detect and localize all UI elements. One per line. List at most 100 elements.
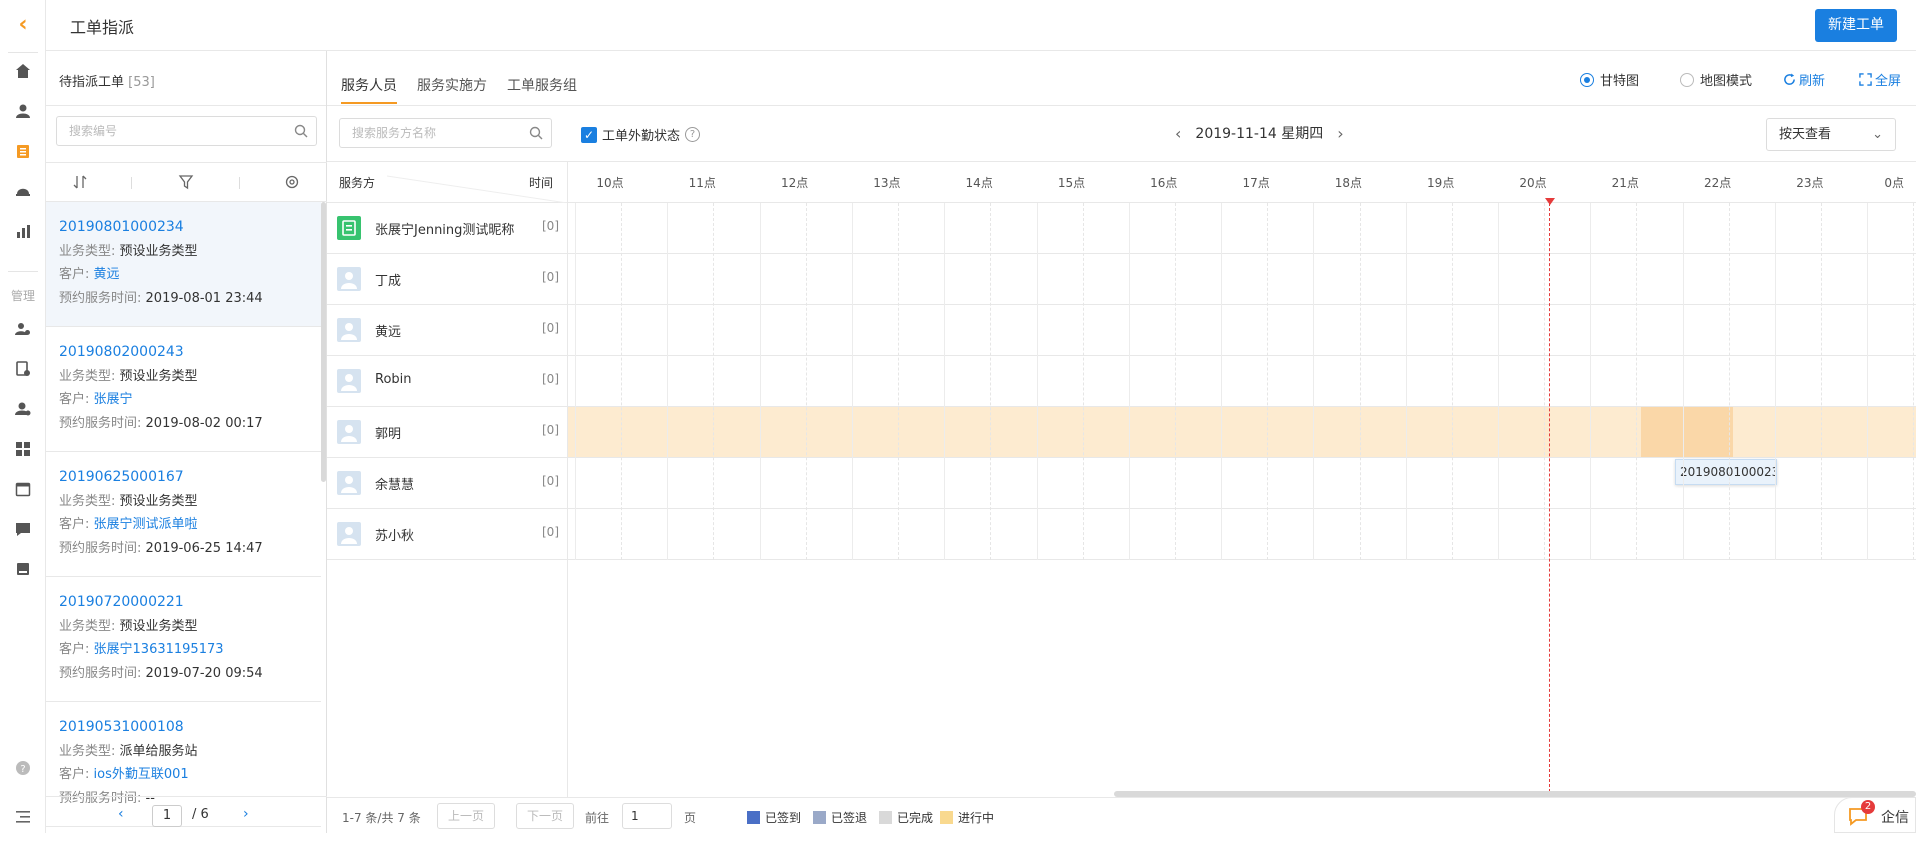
order-number[interactable]: 20190801000234	[59, 216, 321, 240]
provider-row[interactable]: 张展宁Jenning测试昵称 [0]	[327, 203, 1916, 254]
group-settings-icon[interactable]	[13, 399, 33, 419]
legend-label: 已完成	[897, 809, 933, 826]
order-card[interactable]: 20190625000167 业务类型: 预设业务类型 客户: 张展宁测试派单啦…	[46, 452, 321, 577]
order-number[interactable]: 20190720000221	[59, 591, 321, 615]
order-type: 预设业务类型	[120, 619, 198, 634]
search-icon[interactable]	[529, 126, 543, 140]
col-time: 时间	[529, 174, 553, 191]
order-customer[interactable]: 张展宁测试派单啦	[94, 517, 198, 532]
order-customer[interactable]: 黄远	[94, 267, 120, 282]
legend-checked-out: 已签退	[813, 809, 867, 826]
page-unit-label: 页	[684, 809, 696, 826]
hour-label: 15点	[1058, 174, 1085, 191]
grid-line	[806, 203, 807, 560]
order-time: 2019-07-20 09:54	[146, 666, 263, 681]
grid-line	[760, 203, 761, 560]
order-customer[interactable]: 张展宁13631195173	[94, 642, 224, 657]
order-type: 派单给服务站	[120, 744, 198, 759]
calendar-icon[interactable]	[13, 479, 33, 499]
help-icon[interactable]: ?	[13, 758, 33, 778]
svg-text:?: ?	[20, 764, 25, 775]
checkbox-checked-icon[interactable]: ✓	[581, 127, 597, 143]
collapse-menu-icon[interactable]	[13, 807, 33, 827]
gantt-view-radio[interactable]: 甘特图	[1580, 70, 1639, 89]
time-label: 预约服务时间:	[59, 541, 141, 556]
order-number[interactable]: 20190802000243	[59, 341, 321, 365]
timeline-lane[interactable]	[567, 356, 1916, 406]
order-card[interactable]: 20190801000234 业务类型: 预设业务类型 客户: 黄远 预约服务时…	[46, 202, 321, 327]
apps-icon[interactable]	[13, 439, 33, 459]
workorder-icon[interactable]	[13, 141, 33, 161]
settings-icon[interactable]	[284, 174, 300, 190]
search-icon[interactable]	[294, 124, 308, 138]
order-search-input[interactable]: 搜索编号	[56, 116, 317, 146]
goto-page-input[interactable]: 1	[622, 803, 672, 829]
home-icon[interactable]	[13, 61, 33, 81]
timeline-lane[interactable]	[567, 254, 1916, 304]
provider-count: [0]	[542, 270, 559, 284]
nav-divider	[8, 52, 38, 53]
back-icon[interactable]: ‹	[13, 14, 33, 34]
hour-label: 18点	[1335, 174, 1362, 191]
chart-icon[interactable]	[13, 221, 33, 241]
order-customer[interactable]: ios外勤互联001	[94, 767, 189, 782]
order-card[interactable]: 20190802000243 业务类型: 预设业务类型 客户: 张展宁 预约服务…	[46, 327, 321, 452]
prev-day-icon[interactable]: ‹	[1175, 124, 1181, 143]
order-page-input[interactable]: 1	[152, 805, 182, 827]
filter-icon[interactable]	[178, 174, 194, 190]
grid-line	[1221, 203, 1222, 560]
col-provider: 服务方	[339, 174, 375, 191]
new-workorder-button[interactable]: 新建工单	[1815, 9, 1897, 42]
customer-icon[interactable]	[13, 101, 33, 121]
provider-row[interactable]: 苏小秋 [0]	[327, 509, 1916, 560]
book-icon[interactable]	[13, 559, 33, 579]
type-label: 业务类型:	[59, 619, 115, 634]
grid-line	[1175, 203, 1176, 560]
next-day-icon[interactable]: ›	[1337, 124, 1343, 143]
timeline-lane[interactable]	[567, 305, 1916, 355]
provider-search-input[interactable]: 搜索服务方名称	[339, 118, 552, 148]
view-mode-select[interactable]: 按天查看 ⌄	[1766, 118, 1896, 151]
order-number[interactable]: 20190625000167	[59, 466, 321, 490]
doc-settings-icon[interactable]	[13, 359, 33, 379]
provider-name: 苏小秋	[375, 525, 414, 544]
refresh-button[interactable]: 刷新	[1783, 70, 1825, 89]
grid-line	[713, 203, 714, 560]
sort-icon[interactable]	[72, 174, 88, 190]
order-list-scrollbar[interactable]	[321, 202, 326, 482]
pending-orders-header: 待指派工单 [53]	[46, 51, 326, 106]
next-page-button[interactable]: 下一页	[516, 803, 574, 829]
prev-page-button[interactable]: 上一页	[437, 803, 495, 829]
message-icon[interactable]	[13, 519, 33, 539]
field-status-checkbox[interactable]: ✓ 工单外勤状态 ?	[581, 125, 700, 144]
fullscreen-label: 全屏	[1875, 70, 1901, 89]
next-page-icon[interactable]: ›	[243, 806, 249, 822]
user-settings-icon[interactable]	[13, 319, 33, 339]
provider-row[interactable]: 丁成 [0]	[327, 254, 1916, 305]
map-view-radio[interactable]: 地图模式	[1680, 70, 1752, 89]
provider-row[interactable]: 黄远 [0]	[327, 305, 1916, 356]
hover-drop-slot[interactable]	[1641, 407, 1733, 457]
provider-count: [0]	[542, 525, 559, 539]
order-number[interactable]: 20190531000108	[59, 716, 321, 740]
row-summary: 1-7 条/共 7 条	[342, 809, 421, 826]
order-card[interactable]: 20190720000221 业务类型: 预设业务类型 客户: 张展宁13631…	[46, 577, 321, 702]
prev-page-icon[interactable]: ‹	[118, 806, 124, 822]
avatar-icon	[337, 318, 361, 342]
grid-line	[1083, 203, 1084, 560]
timeline-lane[interactable]	[567, 509, 1916, 559]
qixin-chat-button[interactable]: 2 企信	[1834, 797, 1916, 833]
help-icon[interactable]: ?	[685, 127, 700, 142]
tab-service-provider[interactable]: 服务实施方	[417, 75, 487, 95]
order-customer[interactable]: 张展宁	[94, 392, 133, 407]
tab-service-group[interactable]: 工单服务组	[507, 75, 577, 95]
provider-row[interactable]: Robin [0]	[327, 356, 1916, 407]
legend-label: 进行中	[958, 809, 994, 826]
tab-service-staff[interactable]: 服务人员	[341, 75, 397, 95]
timeline-lane[interactable]	[567, 203, 1916, 253]
radio-icon	[1680, 73, 1694, 87]
provider-count: [0]	[542, 423, 559, 437]
dragged-order-tip[interactable]: 20190801000234	[1675, 459, 1777, 485]
helmet-icon[interactable]	[13, 181, 33, 201]
fullscreen-button[interactable]: 全屏	[1859, 70, 1901, 89]
